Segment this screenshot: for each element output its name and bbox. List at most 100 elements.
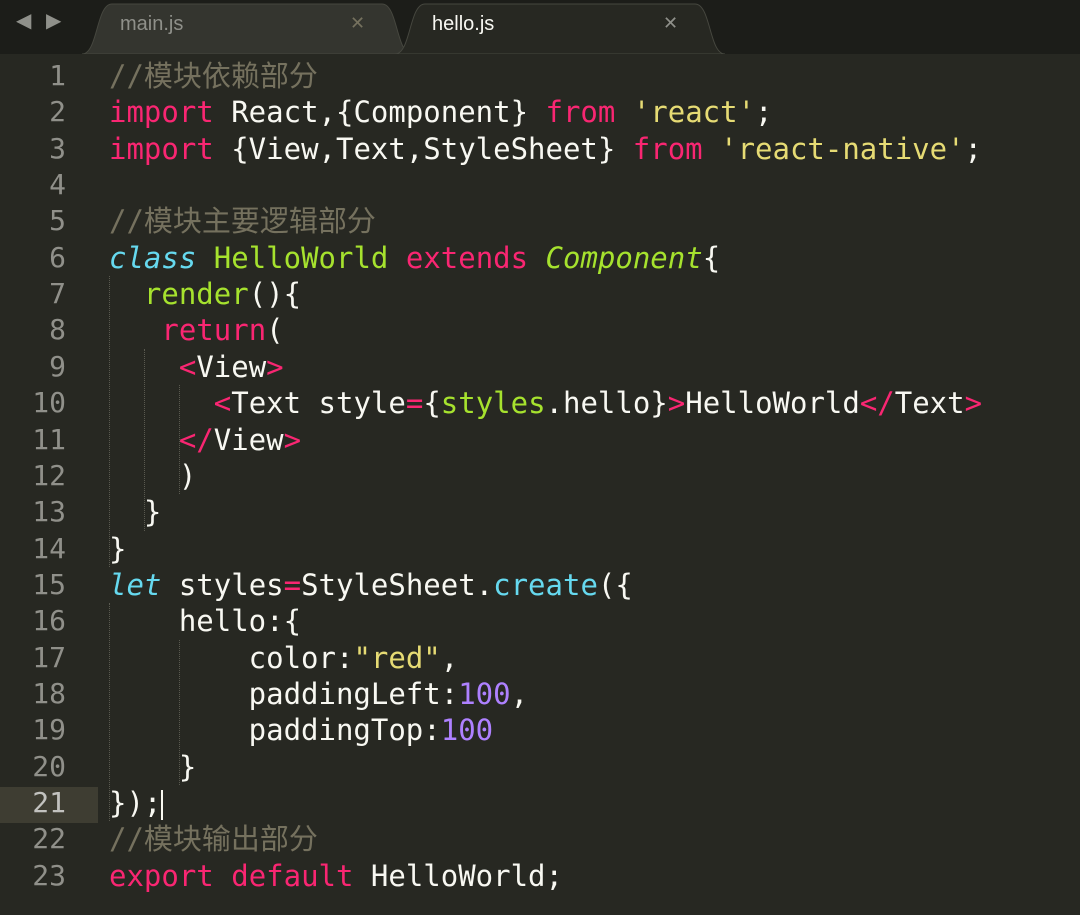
line-number: 22 — [32, 822, 66, 856]
code-token: = — [405, 386, 424, 421]
code-token: < — [213, 386, 232, 421]
code-line[interactable]: paddingTop:100 — [109, 712, 493, 748]
indent-guide — [109, 603, 110, 822]
line-number: 4 — [49, 168, 66, 202]
code-token: default — [231, 858, 354, 893]
line-number: 9 — [49, 349, 66, 383]
code-token: //模块输出部分 — [109, 822, 318, 857]
code-token: ({ — [597, 567, 633, 602]
line-number: 10 — [32, 386, 66, 420]
code-token: </ — [178, 422, 214, 457]
code-token: //模块主要逻辑部分 — [109, 204, 376, 239]
code-token: create — [493, 567, 598, 602]
code-line[interactable]: import React,{Component} from 'react'; — [109, 94, 773, 130]
code-token: extends — [405, 240, 529, 275]
line-number: 12 — [32, 458, 66, 492]
code-line[interactable]: } — [109, 531, 126, 567]
code-editor[interactable]: 1 2 3 4 5 6 7 8 9 10 11 12 13 14 15 16 17 18 19 20 21 22 23 //… — [0, 56, 1080, 915]
code-token: import — [109, 131, 214, 166]
code-line[interactable]: return( — [109, 312, 283, 348]
code-line[interactable]: //模块依赖部分 — [109, 58, 318, 94]
code-line[interactable]: }); — [109, 785, 164, 821]
close-icon[interactable]: ✕ — [350, 14, 365, 34]
code-token: HelloWorld — [685, 386, 860, 421]
line-number: 1 — [49, 59, 66, 92]
code-line[interactable]: class HelloWorld extends Component{ — [109, 240, 720, 276]
code-token: < — [178, 349, 197, 384]
code-token: ) — [109, 458, 197, 493]
code-line[interactable]: } — [109, 749, 196, 785]
indent-guide — [143, 348, 145, 531]
tab-hello-js[interactable]: hello.js — [432, 13, 494, 35]
text-caret — [161, 790, 164, 820]
code-line[interactable]: paddingLeft:100, — [109, 676, 528, 712]
code-token: {View,Text,StyleSheet} — [213, 131, 633, 166]
code-line[interactable]: color:"red", — [109, 640, 459, 676]
code-token: hello:{ — [109, 604, 302, 639]
code-token: Component — [545, 240, 703, 275]
code-token: ; — [755, 95, 773, 130]
code-token: from — [545, 95, 616, 130]
code-token: color: — [109, 640, 354, 675]
tab-main-js[interactable]: main.js — [120, 13, 183, 35]
line-number: 7 — [49, 277, 66, 311]
code-token: ; — [964, 131, 983, 166]
close-icon[interactable]: ✕ — [663, 14, 678, 34]
line-number: 3 — [49, 131, 66, 165]
line-number: 2 — [49, 95, 66, 129]
code-line[interactable]: render(){ — [109, 276, 301, 312]
code-token: 100 — [440, 713, 494, 748]
line-number: 16 — [32, 604, 66, 638]
code-token: (){ — [248, 277, 302, 312]
code-token: export — [109, 858, 214, 893]
code-line[interactable]: //模块主要逻辑部分 — [109, 203, 376, 239]
code-token: "red" — [353, 640, 441, 675]
code-token: styles — [440, 386, 546, 421]
code-token: HelloWorld; — [353, 858, 563, 893]
code-line[interactable]: <View> — [109, 349, 284, 385]
code-token: paddingLeft: — [109, 676, 459, 711]
line-number: 11 — [32, 422, 66, 456]
code-token: styles — [161, 567, 284, 602]
code-token: } — [109, 531, 127, 566]
code-line[interactable]: </View> — [109, 422, 301, 458]
code-line[interactable]: <Text style={styles.hello}>HelloWorld</T… — [109, 385, 982, 421]
code-token: 'react-native' — [720, 131, 965, 166]
indent-guide — [178, 385, 180, 495]
line-number: 21 — [32, 786, 66, 819]
tab-bar: ◀ ▶ main.js ✕ hello.js ✕ — [0, 0, 1080, 54]
code-token: render — [143, 277, 249, 312]
code-line[interactable]: import {View,Text,StyleSheet} from 'reac… — [109, 131, 982, 167]
code-token: let — [109, 567, 162, 602]
code-line[interactable]: ) — [109, 458, 196, 494]
code-token: , — [440, 640, 459, 675]
code-token: StyleSheet. — [301, 567, 494, 602]
code-line[interactable]: hello:{ — [109, 603, 301, 639]
line-number: 18 — [32, 676, 66, 710]
code-token: Text style — [231, 386, 406, 421]
code-token: return — [161, 313, 267, 348]
line-number: 6 — [49, 240, 66, 274]
code-token: React,{Component} — [213, 95, 546, 130]
line-number: 20 — [32, 749, 66, 783]
code-token: HelloWorld — [213, 240, 389, 275]
code-line[interactable]: let styles=StyleSheet.create({ — [109, 567, 633, 603]
indent-guide — [109, 276, 110, 567]
code-token: 100 — [458, 676, 511, 711]
indent-guide — [178, 639, 180, 785]
code-line[interactable]: export default HelloWorld; — [109, 858, 563, 894]
code-token: Text — [894, 386, 965, 421]
code-token: } — [109, 495, 162, 530]
code-line[interactable]: //模块输出部分 — [109, 821, 318, 857]
code-token: { — [702, 240, 721, 275]
code-line[interactable]: } — [109, 494, 161, 530]
line-number: 13 — [32, 495, 66, 529]
